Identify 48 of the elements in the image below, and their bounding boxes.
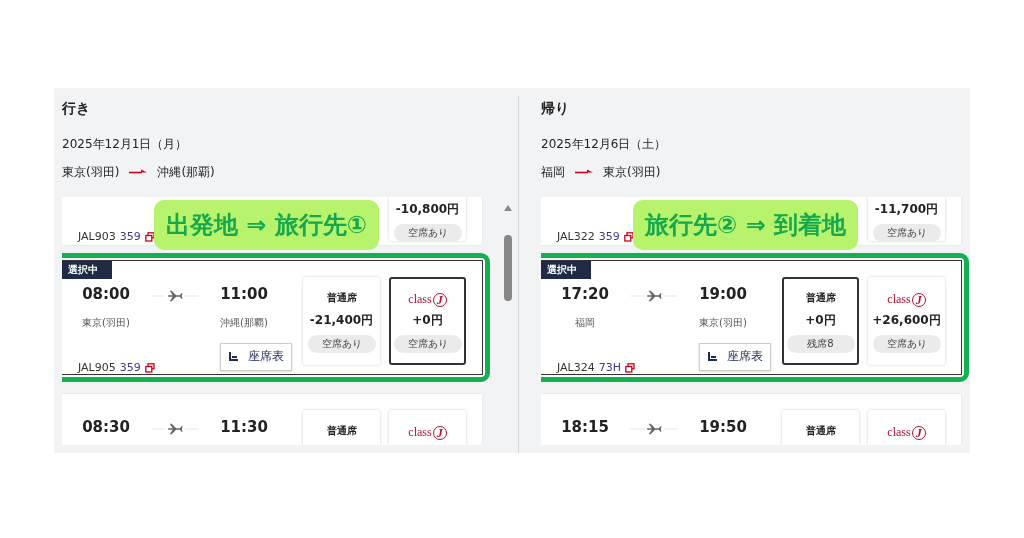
class-j-logo: class J — [887, 424, 926, 441]
availability-tag: 残席8 — [786, 335, 855, 353]
fare-price: -21,400円 — [309, 312, 374, 329]
route-origin: 福岡 — [541, 163, 565, 181]
arrival-time: 11:00 — [220, 285, 268, 305]
section-heading: 帰り — [541, 100, 570, 118]
fare-price: +26,600円 — [872, 312, 941, 329]
class-j-logo: class J — [408, 424, 447, 441]
fare-class-label: 普通席 — [326, 291, 357, 305]
class-j-logo: class J — [887, 291, 926, 308]
travel-date: 2025年12月6日（土） — [541, 136, 668, 152]
arrival-time: 19:00 — [699, 285, 747, 305]
flight-number: JAL324 — [557, 361, 595, 374]
flight-number: JAL905 — [78, 361, 116, 374]
selected-badge: 選択中 — [62, 261, 112, 279]
route-origin: 東京(羽田) — [62, 163, 120, 181]
class-j-logo: class J — [408, 291, 447, 308]
annotation-tooltip: 出発地 ⇒ 旅行先① — [154, 200, 380, 250]
availability-tag: 空席あり — [307, 335, 376, 353]
flight-number: JAL322 — [557, 230, 595, 243]
section-heading: 行き — [62, 100, 91, 118]
departure-time: 17:20 — [561, 285, 609, 305]
availability-tag: 空席あり — [872, 335, 941, 353]
arrival-airport: 沖縄(那覇) — [220, 316, 268, 330]
fare-class-label: 普通席 — [805, 291, 836, 305]
fare-price: +0円 — [412, 312, 443, 329]
travel-date: 2025年12月1日（月） — [62, 136, 189, 152]
availability-tag: 空席あり — [872, 224, 941, 242]
arrival-time: 11:30 — [220, 418, 268, 438]
fare-price: -11,700円 — [874, 201, 939, 218]
departure-airport: 東京(羽田) — [82, 316, 130, 330]
departure-time: 18:15 — [561, 418, 609, 438]
arrival-time: 19:50 — [699, 418, 747, 438]
fare-class-label: 普通席 — [805, 424, 836, 438]
departure-time: 08:00 — [82, 285, 130, 305]
annotation-tooltip: 旅行先② ⇒ 到着地 — [633, 200, 859, 250]
departure-time: 08:30 — [82, 418, 130, 438]
route-destination: 東京(羽田) — [603, 163, 661, 181]
route-destination: 沖縄(那覇) — [157, 163, 215, 181]
fare-price: -10,800円 — [395, 201, 460, 218]
availability-tag: 空席あり — [393, 335, 462, 353]
fare-price: +0円 — [805, 312, 836, 329]
arrival-airport: 東京(羽田) — [699, 316, 747, 330]
selected-badge: 選択中 — [541, 261, 591, 279]
fare-class-label: 普通席 — [326, 424, 357, 438]
availability-tag: 空席あり — [393, 224, 462, 242]
departure-airport: 福岡 — [575, 316, 595, 330]
flight-number: JAL903 — [78, 230, 116, 243]
